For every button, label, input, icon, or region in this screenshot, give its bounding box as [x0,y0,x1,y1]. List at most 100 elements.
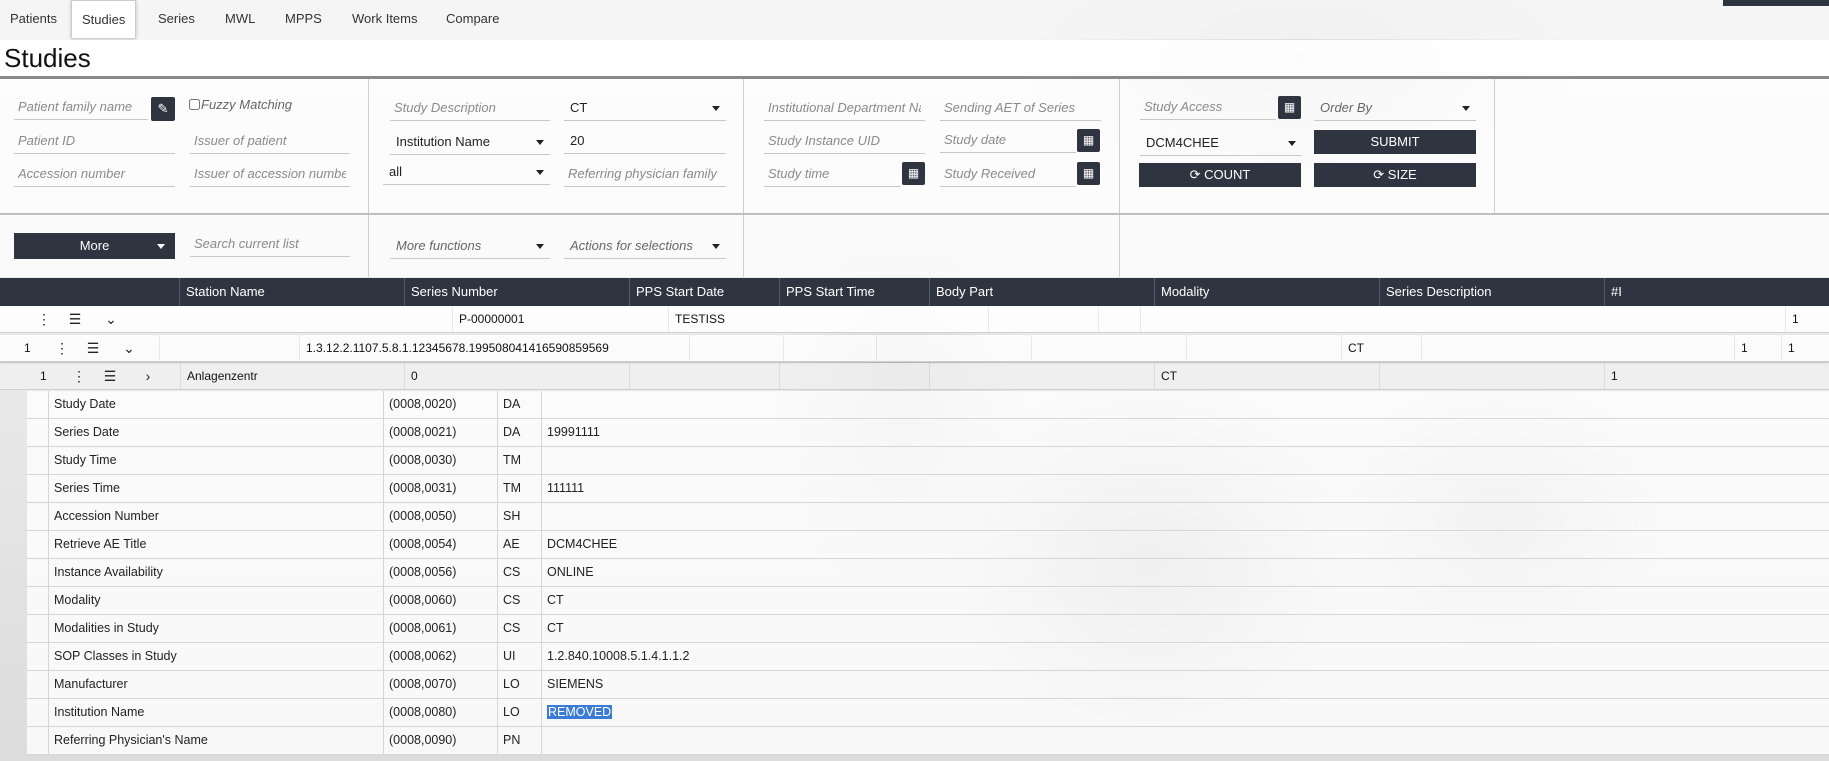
study-access-input[interactable] [1140,94,1276,120]
issuer-of-accession-input[interactable] [190,161,350,187]
series-row[interactable]: 1 ⋮ ☰ › Anlagenzentr 0 CT 1 [0,363,1829,390]
empty-cell [783,335,876,361]
attribute-row[interactable]: Manufacturer (0008,0070) LO SIEMENS [27,671,1829,699]
calendar-icon[interactable]: ▦ [902,162,925,185]
column-header[interactable]: Station Name [179,278,404,306]
count-cell: 1 [1785,306,1829,332]
column-header[interactable]: Series Number [404,278,629,306]
study-date-input[interactable] [940,127,1076,153]
attribute-row[interactable]: Retrieve AE Title (0008,0054) AE DCM4CHEE [27,531,1829,559]
list-icon[interactable]: ☰ [66,306,84,332]
search-current-list-input[interactable] [190,231,350,257]
attribute-tag: (0008,0061) [383,615,497,642]
column-header[interactable]: PPS Start Date [629,278,779,306]
patient-id-cell: P-00000001 [452,306,668,332]
sending-aet-input[interactable] [940,95,1101,121]
list-icon[interactable]: ☰ [84,335,102,361]
user-menu-bar[interactable] [1723,0,1829,6]
attribute-row[interactable]: SOP Classes in Study (0008,0062) UI 1.2.840… [27,643,1829,671]
issuer-of-patient-input[interactable] [190,128,350,154]
attribute-vr: TM [497,475,541,502]
row-gutter [27,475,48,502]
modality-select[interactable]: CT [564,95,726,121]
accession-number-input[interactable] [14,161,175,187]
study-time-input[interactable] [764,161,900,187]
attribute-row[interactable]: Study Time (0008,0030) TM [27,447,1829,475]
column-header[interactable]: Body Part [929,278,1154,306]
list-icon[interactable]: ☰ [101,363,119,389]
attribute-row[interactable]: Study Date (0008,0020) DA [27,391,1829,419]
study-received-input[interactable] [940,161,1076,187]
attribute-name: Retrieve AE Title [48,531,383,558]
attribute-row[interactable]: Referring Physician's Name (0008,0090) PN [27,727,1829,755]
size-button[interactable]: ⟳ SIZE [1314,163,1476,187]
attribute-row[interactable]: Instance Availability (0008,0056) CS ONLINE [27,559,1829,587]
tab-studies[interactable]: Studies [71,0,137,38]
all-select[interactable]: all [383,159,550,185]
attribute-value [541,727,1829,754]
attribute-row[interactable]: Modalities in Study (0008,0061) CS CT [27,615,1829,643]
edit-icon[interactable]: ✎ [151,97,175,121]
attribute-value-selected[interactable]: REMOVED [541,699,1829,726]
column-header[interactable]: Modality [1154,278,1379,306]
more-functions-select[interactable]: More functions [390,233,550,259]
column-header[interactable]: Series Description [1379,278,1604,306]
fuzzy-matching-checkbox-input[interactable] [189,99,200,110]
calendar-icon[interactable]: ▦ [1278,96,1301,119]
tab-patients[interactable]: Patients [0,0,67,37]
empty-cell [629,363,779,389]
tab-series[interactable]: Series [148,0,205,37]
divider [368,79,369,213]
study-description-input[interactable] [390,95,550,121]
attribute-row[interactable]: Series Date (0008,0021) DA 19991111 [27,419,1829,447]
count-button[interactable]: ⟳ COUNT [1139,163,1301,187]
more-vert-icon[interactable]: ⋮ [53,335,71,361]
more-button[interactable]: More [14,233,175,259]
study-row[interactable]: 1 ⋮ ☰ ⌄ 1.3.12.2.1107.5.8.1.12345678.199… [0,335,1829,362]
chevron-down-icon[interactable]: ⌄ [120,335,138,361]
study-instance-uid-input[interactable] [764,128,925,154]
study-instance-count-cell: 1 [1781,335,1829,361]
attribute-row[interactable]: Modality (0008,0060) CS CT [27,587,1829,615]
tab-mwl[interactable]: MWL [215,0,265,37]
attribute-vr: LO [497,699,541,726]
institutional-department-input[interactable] [764,95,925,121]
attribute-tag: (0008,0056) [383,559,497,586]
actions-for-selections-select[interactable]: Actions for selections [564,233,726,259]
chevron-right-icon[interactable]: › [139,363,157,389]
calendar-icon[interactable]: ▦ [1077,162,1100,185]
column-header[interactable]: PPS Start Time [779,278,929,306]
tab-compare[interactable]: Compare [436,0,509,37]
attribute-value: CT [541,615,1829,642]
modality-select-value: CT [570,100,588,115]
attribute-row[interactable]: Series Time (0008,0031) TM 111111 [27,475,1829,503]
aet-select[interactable]: DCM4CHEE [1140,130,1302,156]
attribute-value: DCM4CHEE [541,531,1829,558]
limit-input[interactable]: 20 [564,128,726,154]
chevron-down-icon[interactable]: ⌄ [102,306,120,332]
order-by-select[interactable]: Order By [1314,95,1476,121]
attribute-row[interactable]: Institution Name (0008,0080) LO REMOVED [27,699,1829,727]
caret-down-icon [712,244,720,249]
patient-family-name-input[interactable] [14,94,148,120]
more-vert-icon[interactable]: ⋮ [70,363,88,389]
column-header[interactable]: #I [1604,278,1829,306]
referring-physician-input[interactable] [564,161,726,187]
more-vert-icon[interactable]: ⋮ [35,306,53,332]
patient-row[interactable]: ⋮ ☰ ⌄ P-00000001 TESTISS 1 [0,306,1829,333]
submit-button[interactable]: SUBMIT [1314,130,1476,154]
attribute-tag: (0008,0080) [383,699,497,726]
selected-text[interactable]: REMOVED [547,705,613,719]
filter-panel: ✎ Fuzzy Matching CT Institution Name 20 … [0,79,1829,215]
tab-work-items[interactable]: Work Items [342,0,428,37]
patient-id-input[interactable] [14,128,175,154]
tab-mpps[interactable]: MPPS [275,0,332,37]
institution-name-select[interactable]: Institution Name [390,129,550,155]
fuzzy-matching-checkbox[interactable]: Fuzzy Matching [189,97,292,112]
calendar-icon[interactable]: ▦ [1077,129,1100,152]
divider [1119,215,1120,277]
attribute-row[interactable]: Accession Number (0008,0050) SH [27,503,1829,531]
table-header: Station Name Series Number PPS Start Dat… [0,278,1829,306]
caret-down-icon [536,244,544,249]
attribute-vr: AE [497,531,541,558]
